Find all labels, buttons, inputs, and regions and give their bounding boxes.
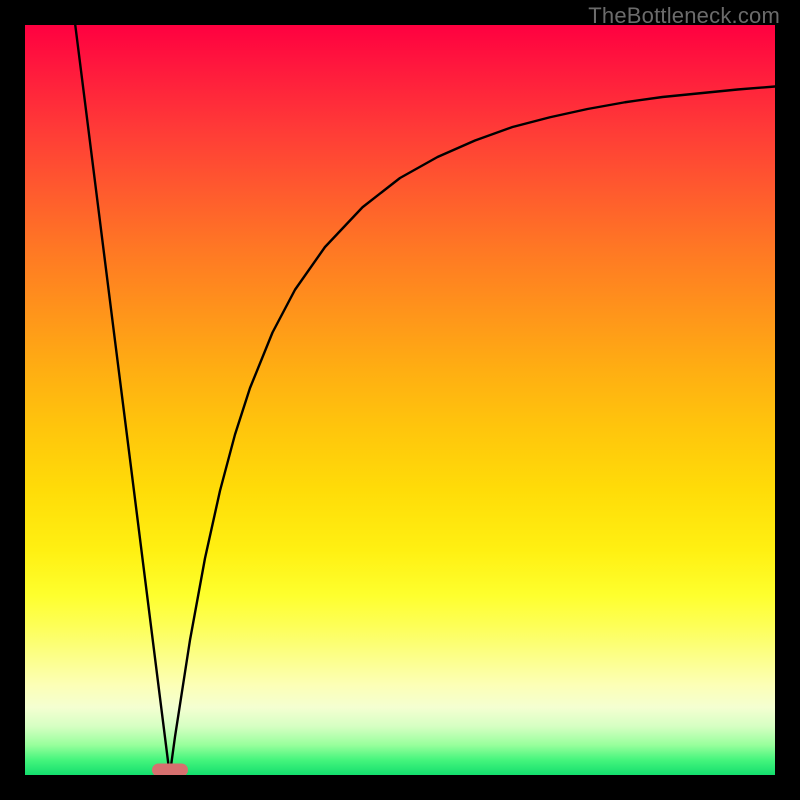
curve-line xyxy=(75,25,775,775)
plot-area xyxy=(25,25,775,775)
minimum-marker xyxy=(152,764,188,776)
chart-frame: TheBottleneck.com xyxy=(0,0,800,800)
bottleneck-curve xyxy=(25,25,775,775)
watermark-text: TheBottleneck.com xyxy=(588,3,780,29)
